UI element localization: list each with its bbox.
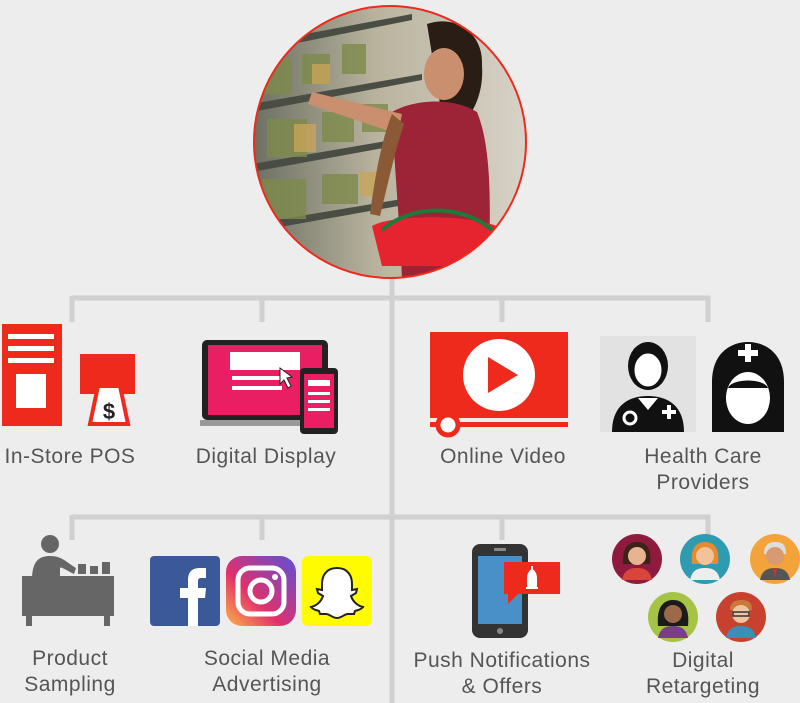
online-video-label: Online Video <box>440 445 566 468</box>
doctor-icon <box>600 336 696 432</box>
phone-notification-icon <box>472 544 560 638</box>
sampling-table-icon <box>22 535 114 626</box>
video-play-icon <box>430 332 568 438</box>
avatar-icon <box>612 534 662 584</box>
shopper-photo <box>253 5 527 279</box>
nurse-icon <box>712 342 784 432</box>
health-care-providers-label: Health Care Providers <box>644 445 762 494</box>
digital-retargeting-label: Digital Retargeting <box>645 649 761 698</box>
avatar-icon <box>716 592 766 642</box>
facebook-icon <box>150 556 220 626</box>
digital-display-label: Digital Display <box>195 445 337 468</box>
laptop-phone-display-icon <box>200 340 338 434</box>
pos-display-icon: $ <box>2 324 135 426</box>
avatar-icon <box>648 592 698 642</box>
in-store-pos-label: In-Store POS <box>4 445 136 468</box>
push-notifications-offers-label: Push Notifications & Offers <box>413 649 591 698</box>
avatar-icon <box>750 534 800 584</box>
svg-text:$: $ <box>103 399 115 424</box>
avatar-icon <box>680 534 730 584</box>
instagram-icon <box>226 556 296 626</box>
snapchat-icon <box>302 556 372 626</box>
product-sampling-label: Product Sampling <box>24 647 116 696</box>
social-media-advertising-label: Social Media Advertising <box>203 647 331 696</box>
